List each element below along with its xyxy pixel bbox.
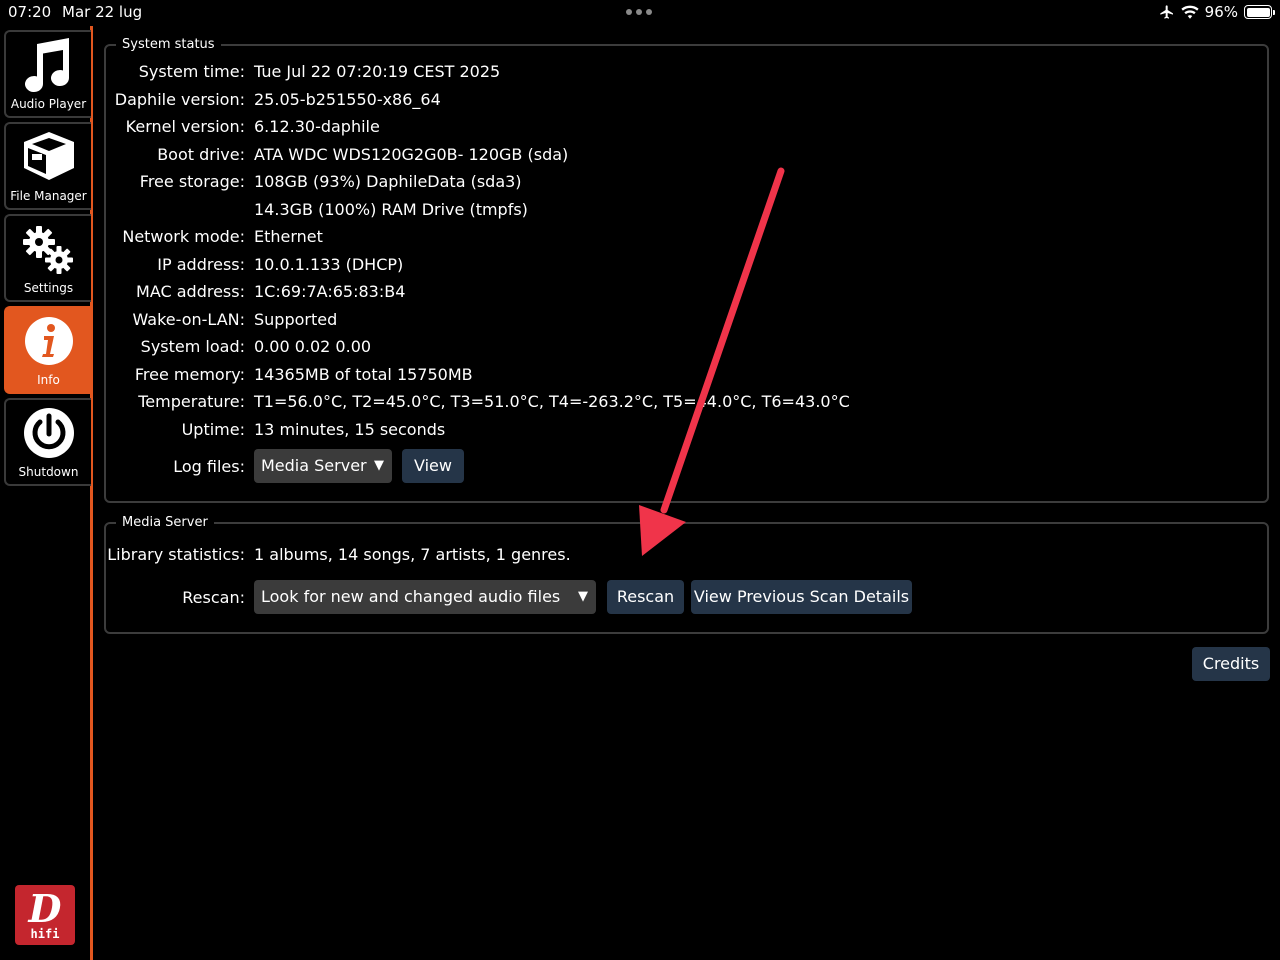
library-statistics-value: 1 albums, 14 songs, 7 artists, 1 genres. (254, 545, 571, 564)
logo-text: hifi (30, 927, 60, 941)
battery-icon (1244, 5, 1275, 19)
dropdown-arrow-icon: ▼ (578, 589, 588, 604)
status-row-label: Daphile version: (114, 90, 245, 109)
status-row-label: Kernel version: (125, 117, 245, 136)
rescan-mode-select[interactable]: Look for new and changed audio files ▼ (254, 580, 596, 614)
multitasking-dots-icon[interactable] (626, 9, 652, 15)
status-row-value: 14.3GB (100%) RAM Drive (tmpfs) (254, 200, 528, 219)
view-log-button[interactable]: View (402, 449, 464, 483)
battery-percent: 96% (1204, 3, 1238, 21)
status-row-value: 14365MB of total 15750MB (254, 365, 473, 384)
status-row-value: Ethernet (254, 227, 323, 246)
status-row-label: Uptime: (181, 420, 245, 439)
status-time: 07:20 (8, 3, 52, 21)
logo-letter: D (28, 886, 62, 931)
status-row-label: System time: (138, 62, 245, 81)
rescan-button[interactable]: Rescan (607, 580, 684, 614)
status-row-label: Free storage: (139, 172, 245, 191)
log-files-select-value: Media Server (261, 456, 367, 475)
airplane-icon (1159, 5, 1173, 19)
status-bar: 07:20 Mar 22 lug 96% (0, 0, 1280, 26)
status-row-value: 108GB (93%) DaphileData (sda3) (254, 172, 522, 191)
status-row-value: T1=56.0°C, T2=45.0°C, T3=51.0°C, T4=-263… (254, 392, 850, 411)
status-row-value: Tue Jul 22 07:20:19 CEST 2025 (254, 62, 501, 81)
log-files-label: Log files: (173, 457, 245, 476)
rescan-label: Rescan: (182, 588, 245, 607)
rescan-select-value: Look for new and changed audio files (261, 587, 561, 606)
status-row-label: Network mode: (122, 227, 245, 246)
view-previous-scan-details-button[interactable]: View Previous Scan Details (691, 580, 912, 614)
status-row-label: IP address: (157, 255, 245, 274)
status-indicators: 96% (1159, 3, 1275, 21)
status-date: Mar 22 lug (62, 3, 143, 21)
status-row-value: 6.12.30-daphile (254, 117, 380, 136)
status-row-value: 0.00 0.02 0.00 (254, 337, 372, 356)
status-row-label: Temperature: (138, 392, 245, 411)
status-row-value: 10.0.1.133 (DHCP) (254, 255, 404, 274)
wifi-icon (1181, 5, 1199, 19)
media-server-panel: Media Server (104, 515, 1269, 634)
credits-button[interactable]: Credits (1192, 647, 1270, 681)
status-row-label: Boot drive: (157, 145, 245, 164)
dropdown-arrow-icon: ▼ (374, 458, 384, 473)
status-row-value: Supported (254, 310, 338, 329)
status-row-value: ATA WDC WDS120G2G0B- 120GB (sda) (254, 145, 569, 164)
media-server-legend: Media Server (116, 515, 214, 530)
system-status-legend: System status (116, 37, 221, 52)
library-statistics-label: Library statistics: (107, 545, 245, 564)
status-row-label: Wake-on-LAN: (132, 310, 246, 329)
status-row-label (0, 198, 245, 222)
status-row-value: 13 minutes, 15 seconds (254, 420, 446, 439)
status-row-value: 1C:69:7A:65:83:B4 (254, 282, 406, 301)
daphile-logo: D hifi (15, 885, 75, 945)
status-row-label: System load: (140, 337, 245, 356)
status-row-value: 25.05-b251550-x86_64 (254, 90, 441, 109)
log-files-select[interactable]: Media Server ▼ (254, 449, 392, 483)
status-row-label: MAC address: (136, 282, 245, 301)
status-row-label: Free memory: (134, 365, 245, 384)
